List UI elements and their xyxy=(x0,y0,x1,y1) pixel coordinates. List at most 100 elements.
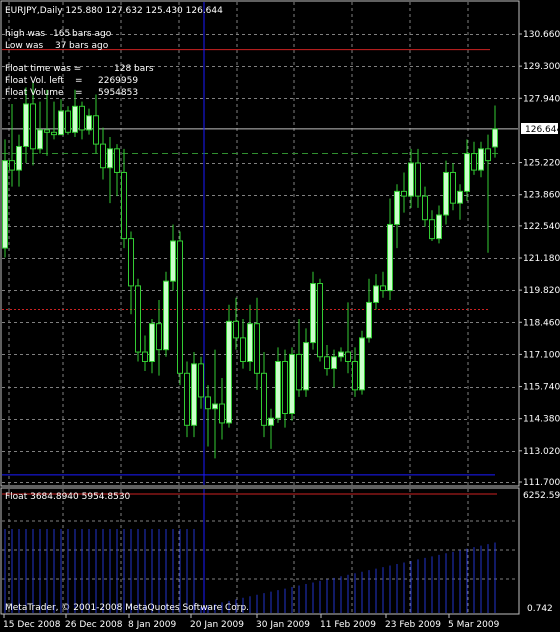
candle-body xyxy=(58,110,64,136)
candle-body xyxy=(401,190,407,197)
candle-body xyxy=(37,129,43,150)
price-axis-label: 118.460 xyxy=(523,318,560,328)
high-suffix: bars ago xyxy=(72,29,112,39)
candle-body xyxy=(485,148,491,162)
price-axis-label: 115.740 xyxy=(523,383,560,393)
candle-body xyxy=(72,105,78,133)
float-time-suffix: bars xyxy=(134,64,154,74)
candle-body xyxy=(282,360,288,414)
candle-body xyxy=(107,148,113,169)
candle-body xyxy=(163,280,169,351)
float-vol-eq: = xyxy=(75,76,83,86)
candle-body xyxy=(240,337,246,362)
candle-body xyxy=(387,223,393,292)
time-axis-label: 26 Dec 2008 xyxy=(65,620,123,630)
candle-body xyxy=(429,219,435,240)
price-axis-label: 117.100 xyxy=(523,350,560,360)
candle-body xyxy=(457,190,463,204)
float-volume-label: Float Volume xyxy=(5,88,64,98)
candle-body xyxy=(149,323,155,362)
copyright-text: MetaTrader, © 2001-2008 MetaQuotes Softw… xyxy=(5,603,249,613)
candle-body xyxy=(100,143,106,169)
candle-body xyxy=(170,240,176,282)
time-axis-label: 8 Jan 2009 xyxy=(128,620,176,630)
price-axis-label: 127.940 xyxy=(523,94,560,104)
candle-body xyxy=(177,240,183,374)
candle-body xyxy=(415,162,421,197)
candle-body xyxy=(450,171,456,204)
candle-body xyxy=(296,353,302,391)
candle-body xyxy=(317,283,323,358)
sub-axis-bottom: 0.742 xyxy=(527,604,553,614)
chart-background xyxy=(0,0,560,632)
candle-body xyxy=(380,285,386,292)
candle-body xyxy=(30,103,36,150)
candle-body xyxy=(9,160,15,171)
time-axis-label: 30 Jan 2009 xyxy=(256,620,310,630)
candle-body xyxy=(2,160,8,249)
candle-body xyxy=(443,171,449,216)
candle-body xyxy=(373,285,379,303)
candle-body xyxy=(93,115,99,145)
candle-body xyxy=(338,351,344,358)
candle-body xyxy=(205,396,211,410)
candle-body xyxy=(471,153,477,171)
float-volume-eq: = xyxy=(75,88,83,98)
candle-body xyxy=(268,417,274,426)
candle-body xyxy=(492,128,498,148)
price-axis-label: 130.660 xyxy=(523,30,560,40)
price-axis-label: 123.860 xyxy=(523,191,560,201)
time-axis-label: 20 Jan 2009 xyxy=(190,620,244,630)
candle-body xyxy=(156,323,162,351)
price-axis-label: 121.180 xyxy=(523,254,560,264)
low-value: 37 xyxy=(55,41,66,51)
candle-body xyxy=(310,283,316,344)
candle-body xyxy=(51,131,57,136)
candle-body xyxy=(464,153,470,192)
candle-body xyxy=(44,129,50,133)
candle-body xyxy=(219,403,225,424)
time-axis-label: 23 Feb 2009 xyxy=(385,620,441,630)
candle-body xyxy=(135,285,141,353)
current-price-marker: 126.644 xyxy=(521,123,560,135)
candle-body xyxy=(212,403,218,410)
float-vol-label: Float Vol. left xyxy=(5,76,64,86)
candle-body xyxy=(394,190,400,225)
candle-body xyxy=(121,171,127,240)
current-price-label: 126.644 xyxy=(525,125,560,135)
sub-window-title: Float 3684.8940 5954.8530 xyxy=(5,492,131,502)
high-value: 165 xyxy=(53,29,70,39)
float-vol-value: 2269959 xyxy=(98,76,138,86)
candle-body xyxy=(198,363,204,398)
candle-body xyxy=(191,363,197,426)
candle-body xyxy=(226,320,232,424)
candle-body xyxy=(303,342,309,391)
candle-body xyxy=(254,323,260,374)
candle-body xyxy=(65,110,71,133)
candle-body xyxy=(184,372,190,426)
price-axis-label: 122.540 xyxy=(523,222,560,232)
candle-body xyxy=(436,214,442,240)
price-axis-label: 114.380 xyxy=(523,415,560,425)
candle-body xyxy=(128,238,134,287)
candle-body xyxy=(359,337,365,391)
price-axis-label: 113.020 xyxy=(523,447,560,457)
candle-body xyxy=(478,148,484,171)
metatrader-chart[interactable]: 130.660 129.300 127.940 125.220 123.860 122.5… xyxy=(0,0,560,632)
price-axis: 130.660 129.300 127.940 125.220 123.860 122.5… xyxy=(519,30,560,488)
high-label: high was xyxy=(5,29,45,39)
time-axis-label: 5 Mar 2009 xyxy=(448,620,500,630)
price-axis-label: 119.820 xyxy=(523,286,560,296)
sub-axis-top: 6252.59 xyxy=(523,491,560,501)
candle-body xyxy=(275,360,281,419)
time-axis-label: 11 Feb 2009 xyxy=(320,620,376,630)
symbol-line: EURJPY,Daily 125.880 127.632 125.430 126… xyxy=(5,6,223,16)
candle-body xyxy=(408,162,414,197)
candle-body xyxy=(331,356,337,370)
candle-body xyxy=(86,115,92,131)
candle-body xyxy=(114,148,120,173)
candle-body xyxy=(422,195,428,221)
candle-body xyxy=(16,145,22,171)
candle-body xyxy=(142,351,148,362)
low-label: Low was xyxy=(5,41,43,51)
